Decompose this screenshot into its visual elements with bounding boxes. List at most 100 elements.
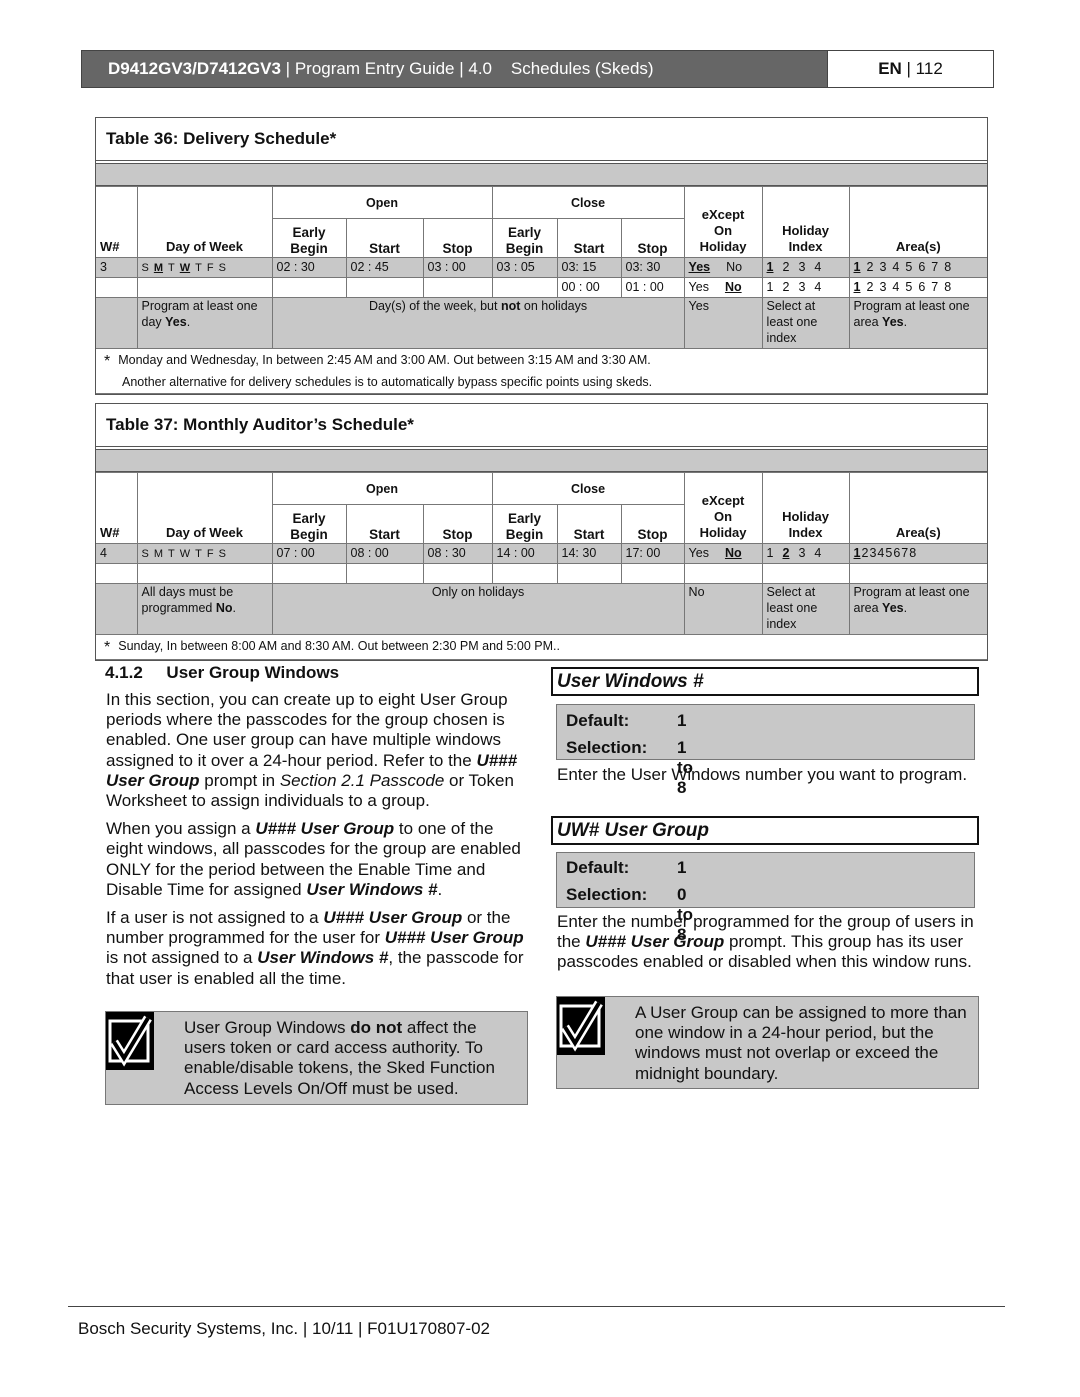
col-header-open: Open — [271, 186, 493, 219]
table-title: Table 36: Delivery Schedule* — [96, 118, 987, 161]
col-header-w: W# — [96, 186, 138, 258]
note-box: User Group Windows do not affect the use… — [105, 1011, 528, 1105]
except-note: Yes — [683, 297, 763, 349]
model-name: D9412GV3/D7412GV3 — [108, 59, 281, 78]
footer-divider — [68, 1306, 1005, 1307]
open-early-begin: 07 : 00 — [271, 543, 347, 564]
default-box-user-windows: Default: 1 Selection: 1 to 8 — [556, 704, 975, 797]
footnote-marker: * — [104, 353, 111, 370]
table-footnote: * Sunday, In between 8:00 AM and 8:30 AM.… — [96, 634, 987, 660]
except-holiday: Yes No — [683, 543, 763, 564]
open-start: 08 : 00 — [345, 543, 424, 564]
language: EN — [878, 59, 902, 78]
close-early-begin: 14 : 00 — [491, 543, 558, 564]
day-of-week-selector: SMTWTFS — [141, 262, 226, 274]
open-early-begin: 02 : 30 — [271, 257, 347, 278]
table-row: 00 : 00 01 : 00 Yes No 1 2 3 4 1 2 3 4 5 6 7 8 — [96, 277, 987, 298]
holiday-index: 1234 — [761, 257, 850, 278]
page-header: D9412GV3/D7412GV3 | Program Entry Guide … — [81, 50, 994, 88]
areas: 12345678 — [848, 543, 987, 564]
footnote-marker: * — [104, 639, 111, 656]
close-start: 14: 30 — [556, 543, 622, 564]
checkbox-check-icon — [557, 997, 605, 1055]
note-box: A User Group can be assigned to more tha… — [556, 996, 979, 1089]
table-row-notes: All days must be programmed No. Only on h… — [96, 583, 987, 635]
default-box-uw-user-group: Default: 1 Selection: 0 to 8 — [556, 852, 975, 944]
table-row: 4SMTWTFS 07 : 00 08 : 00 08 : 30 14 : 00 14… — [96, 543, 987, 564]
holiday-note: Select at least one index — [761, 583, 850, 635]
holiday-index: 1234 — [761, 277, 850, 298]
table-footnote: * Monday and Wednesday, In between 2:45 A… — [96, 348, 987, 394]
paragraph: If a user is not assigned to a U### User… — [106, 908, 524, 988]
footer: Bosch Security Systems, Inc. | 10/11 | F… — [78, 1319, 491, 1338]
open-stop: 08 : 30 — [422, 543, 493, 564]
close-start: 00 : 00 — [556, 277, 622, 298]
checkbox-check-icon — [106, 1012, 154, 1070]
guide-title: Program Entry Guide | 4.0 Schedules (Ske… — [294, 59, 654, 78]
open-stop: 03 : 00 — [422, 257, 493, 278]
day-of-week-selector: SMTWTFS — [141, 548, 226, 560]
col-header-stop: Stop — [422, 504, 493, 544]
close-stop: 01 : 00 — [620, 277, 685, 298]
col-header-start: Start — [345, 504, 424, 544]
close-early-begin: 03 : 05 — [491, 257, 558, 278]
paragraph: When you assign a U### User Group to one… — [106, 819, 521, 899]
except-note: No — [683, 583, 763, 635]
prompt-user-windows: User Windows # — [551, 667, 979, 696]
col-header-stop: Stop — [620, 218, 685, 258]
table-36: Table 36: Delivery Schedule* W# Day of We… — [95, 117, 988, 395]
table-row — [96, 563, 987, 584]
holiday-index: 1234 — [761, 543, 850, 564]
col-header-w: W# — [96, 472, 138, 544]
table-band — [96, 449, 987, 472]
col-header-start: Start — [345, 218, 424, 258]
footnote-text: Sunday, In between 8:00 AM and 8:30 AM. … — [118, 639, 560, 653]
document-page: D9412GV3/D7412GV3 | Program Entry Guide … — [0, 0, 1080, 1397]
paragraph: In this section, you can create up to ei… — [106, 690, 518, 811]
col-header-start: Start — [556, 504, 622, 544]
section-heading: 4.1.2 User Group Windows — [105, 663, 340, 682]
col-header-early-begin: Early Begin — [272, 218, 347, 258]
prompt-description: Enter the User Windows number you want t… — [557, 765, 968, 784]
table-row: 3SMTWTFS 02 : 30 02 : 45 03 : 00 03 : 05 03… — [96, 257, 987, 278]
col-header-close: Close — [491, 186, 685, 219]
col-header-stop: Stop — [422, 218, 493, 258]
col-header-early-begin: Early Begin — [272, 504, 347, 544]
col-header-areas: Area(s) — [848, 472, 987, 544]
table-band — [96, 163, 987, 186]
close-start: 03: 15 — [556, 257, 622, 278]
col-header-day: Day of Week — [136, 186, 273, 258]
col-header-start: Start — [556, 218, 622, 258]
note-text: A User Group can be assigned to more tha… — [635, 1003, 967, 1083]
table-title: Table 37: Monthly Auditor’s Schedule* — [96, 404, 987, 447]
schedule-table: W# Day of Week Open Close eXcept On Holida… — [96, 472, 987, 660]
col-header-close: Close — [491, 472, 685, 505]
areas: 12345678 — [848, 277, 987, 298]
col-header-open: Open — [271, 472, 493, 505]
col-header-except: eXcept On Holiday — [683, 186, 763, 258]
prompt-description: Enter the number programmed for the grou… — [557, 912, 974, 972]
col-header-holiday: Holiday Index — [761, 472, 850, 544]
holiday-note: Select at least one index — [761, 297, 850, 349]
page-number: | 112 — [906, 59, 943, 78]
col-header-day: Day of Week — [136, 472, 273, 544]
footnote-text: Another alternative for delivery schedul… — [122, 375, 653, 389]
table-37: Table 37: Monthly Auditor’s Schedule* W#… — [95, 403, 988, 661]
footnote-text: Monday and Wednesday, In between 2:45 AM… — [118, 353, 651, 367]
close-stop: 17: 00 — [620, 543, 685, 564]
except-holiday: Yes No — [683, 257, 763, 278]
open-start: 02 : 45 — [345, 257, 424, 278]
section-body: In this section, you can create up to ei… — [106, 690, 530, 997]
w-number: 4 — [96, 543, 138, 564]
col-header-except: eXcept On Holiday — [683, 472, 763, 544]
col-header-early-begin: Early Begin — [491, 504, 558, 544]
col-header-holiday: Holiday Index — [761, 186, 850, 258]
note-text: User Group Windows do not affect the use… — [184, 1018, 495, 1098]
except-holiday: Yes No — [683, 277, 763, 298]
w-number: 3 — [96, 257, 138, 278]
col-header-areas: Area(s) — [848, 186, 987, 258]
prompt-uw-user-group: UW# User Group — [551, 816, 979, 845]
schedule-table: W# Day of Week Open Close eXcept On Holida… — [96, 186, 987, 394]
areas: 12345678 — [848, 257, 987, 278]
table-row-notes: Program at least one day Yes. Day(s) of t… — [96, 297, 987, 349]
